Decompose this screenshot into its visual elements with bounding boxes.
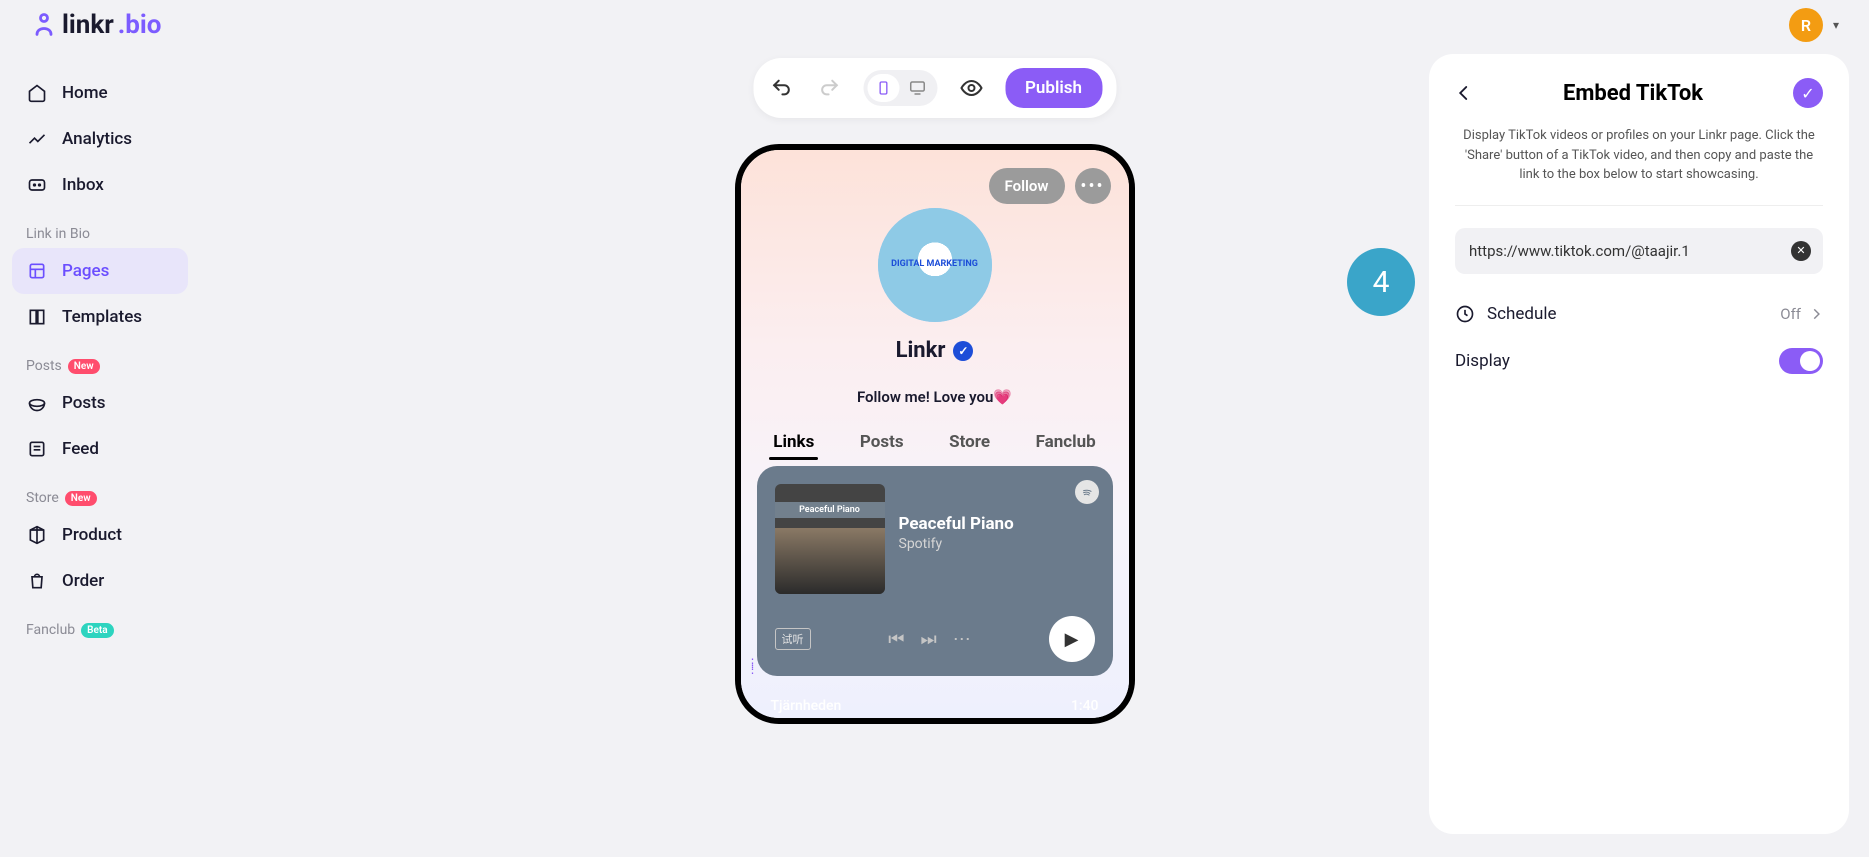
tab-fanclub[interactable]: Fanclub — [1032, 424, 1100, 460]
user-avatar[interactable]: R — [1789, 8, 1823, 42]
next-track-icon[interactable]: ⏭ — [921, 629, 937, 650]
panel-title: Embed TikTok — [1563, 81, 1703, 106]
verified-badge-icon: ✓ — [953, 341, 973, 361]
album-art: Peaceful Piano — [775, 484, 885, 594]
display-toggle[interactable] — [1779, 348, 1823, 374]
home-icon — [26, 82, 48, 104]
schedule-label: Schedule — [1487, 304, 1556, 324]
section-fanclub: FanclubBeta — [12, 604, 188, 644]
section-posts: PostsNew — [12, 340, 188, 380]
nav-inbox-label: Inbox — [62, 175, 104, 195]
spotify-subtitle: Spotify — [899, 536, 1014, 552]
avatar-caption: DIGITAL MARKETING — [891, 260, 978, 270]
step-indicator: 4 — [1347, 248, 1415, 316]
nav-pages[interactable]: Pages — [12, 248, 188, 294]
profile-avatar[interactable]: DIGITAL MARKETING — [878, 208, 992, 322]
embed-tiktok-panel: Embed TikTok ✓ Display TikTok videos or … — [1429, 54, 1849, 834]
nav-feed-label: Feed — [62, 439, 99, 459]
order-icon — [26, 570, 48, 592]
clear-input-icon[interactable]: ✕ — [1791, 241, 1811, 261]
drag-handle-icon[interactable]: ⋮⋮⋮⋮ — [741, 660, 761, 672]
panel-back-button[interactable] — [1455, 84, 1473, 102]
follow-button[interactable]: Follow — [989, 168, 1065, 204]
undo-button[interactable] — [767, 74, 795, 102]
album-art-label: Peaceful Piano — [775, 502, 885, 518]
posts-new-badge: New — [68, 359, 100, 374]
tab-posts[interactable]: Posts — [856, 424, 908, 460]
display-row: Display — [1455, 336, 1823, 386]
analytics-icon — [26, 128, 48, 150]
spotify-icon — [1075, 480, 1099, 504]
nav-posts-label: Posts — [62, 393, 106, 413]
brand-name-a: linkr — [62, 10, 114, 40]
mobile-view-button[interactable] — [867, 74, 899, 102]
profile-name-row: Linkr ✓ — [741, 338, 1129, 363]
nav-templates-label: Templates — [62, 307, 142, 327]
nav-product-label: Product — [62, 525, 122, 545]
inbox-icon — [26, 174, 48, 196]
device-switch — [863, 70, 937, 106]
brand-logo[interactable]: linkr.bio — [30, 10, 161, 40]
spotify-more-icon[interactable]: ⋯ — [953, 629, 971, 650]
track-name: Tjärnheden — [771, 698, 842, 714]
panel-confirm-button[interactable]: ✓ — [1793, 78, 1823, 108]
fanclub-beta-badge: Beta — [81, 623, 113, 638]
schedule-value: Off — [1780, 305, 1801, 323]
logo-glyph-icon — [30, 11, 58, 39]
brand-name-b: .bio — [118, 10, 162, 40]
nav-templates[interactable]: Templates — [12, 294, 188, 340]
prev-track-icon[interactable]: ⏮ — [888, 629, 904, 650]
section-store: StoreNew — [12, 472, 188, 512]
product-icon — [26, 524, 48, 546]
nav-feed[interactable]: Feed — [12, 426, 188, 472]
tiktok-url-input[interactable] — [1455, 228, 1823, 274]
sidebar: Home Analytics Inbox Link in Bio Pages T… — [0, 60, 200, 857]
phone-preview: Follow ••• DIGITAL MARKETING Linkr ✓ Fol… — [735, 144, 1135, 724]
schedule-row[interactable]: Schedule Off — [1455, 292, 1823, 336]
nav-posts[interactable]: Posts — [12, 380, 188, 426]
more-menu-icon[interactable]: ••• — [1075, 168, 1111, 204]
play-button[interactable]: ▶ — [1049, 616, 1095, 662]
spotify-badge: 试听 — [775, 628, 811, 650]
desktop-view-button[interactable] — [901, 74, 933, 102]
nav-analytics[interactable]: Analytics — [12, 116, 188, 162]
nav-home-label: Home — [62, 83, 108, 103]
chevron-right-icon — [1809, 307, 1823, 321]
clock-icon — [1455, 304, 1475, 324]
track-row: Tjärnheden 1:40 — [771, 698, 1099, 714]
tab-links[interactable]: Links — [769, 424, 818, 460]
spotify-embed-card[interactable]: Peaceful Piano Peaceful Piano Spotify 试听… — [757, 466, 1113, 676]
nav-analytics-label: Analytics — [62, 129, 132, 149]
store-new-badge: New — [65, 491, 97, 506]
spotify-title: Peaceful Piano — [899, 514, 1014, 534]
pages-icon — [26, 260, 48, 282]
templates-icon — [26, 306, 48, 328]
nav-product[interactable]: Product — [12, 512, 188, 558]
nav-pages-label: Pages — [62, 261, 109, 281]
user-menu-chevron-icon[interactable]: ▾ — [1833, 18, 1839, 32]
redo-button[interactable] — [815, 74, 843, 102]
nav-order-label: Order — [62, 571, 104, 591]
profile-bio: Follow me! Love you💗 — [741, 388, 1129, 406]
preview-button[interactable] — [957, 74, 985, 102]
nav-home[interactable]: Home — [12, 70, 188, 116]
nav-order[interactable]: Order — [12, 558, 188, 604]
profile-tabs: Links Posts Store Fanclub — [741, 424, 1129, 460]
display-label: Display — [1455, 351, 1510, 371]
feed-icon — [26, 438, 48, 460]
nav-inbox[interactable]: Inbox — [12, 162, 188, 208]
editor-toolbar: Publish — [753, 58, 1116, 118]
publish-button[interactable]: Publish — [1005, 68, 1102, 108]
tab-store[interactable]: Store — [945, 424, 994, 460]
posts-icon — [26, 392, 48, 414]
section-linkinbio: Link in Bio — [12, 208, 188, 248]
panel-description: Display TikTok videos or profiles on you… — [1455, 122, 1823, 206]
profile-name: Linkr — [896, 338, 946, 363]
track-time: 1:40 — [1071, 698, 1099, 714]
